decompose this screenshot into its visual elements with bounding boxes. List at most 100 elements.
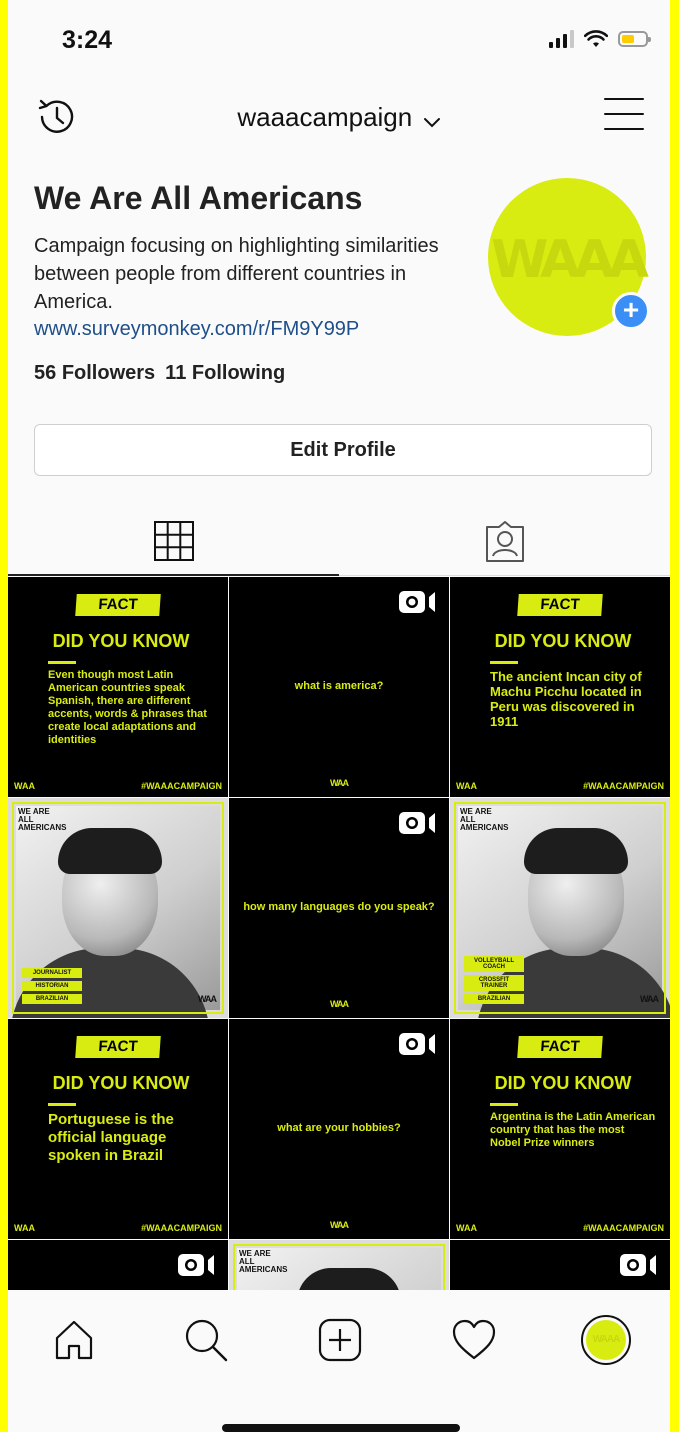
video-question: what is america? (294, 680, 384, 692)
portrait-header: WE ARE ALL AMERICANS (18, 807, 67, 832)
waa-logo: WAA (456, 781, 477, 791)
waa-logo: WAA (330, 778, 349, 788)
campaign-hashtag: #WAAACAMPAIGN (141, 1223, 222, 1233)
fact-badge: FACT (75, 594, 161, 616)
portrait-tag: JOURNALIST (22, 968, 82, 978)
post-footer: WAA (229, 773, 449, 791)
waa-logo: WAA (14, 1223, 35, 1233)
fact-heading: DID YOU KNOW (494, 1073, 632, 1093)
search-icon[interactable] (178, 1312, 234, 1368)
video-camera-icon (399, 810, 437, 841)
tab-tagged[interactable] (339, 508, 670, 576)
bottom-navigation: WAAA (8, 1290, 670, 1432)
followers-label: Followers (61, 362, 156, 384)
account-switcher[interactable]: waaacampaign (8, 102, 670, 133)
waa-logo: WAA (640, 994, 659, 1004)
portrait-header: WE ARE ALL AMERICANS (239, 1249, 288, 1274)
grid-icon (153, 521, 194, 561)
profile-header: waaacampaign (8, 88, 670, 148)
heading-rule (48, 661, 76, 664)
followers-count: 56 (34, 362, 57, 384)
portrait-tags: JOURNALIST HISTORIAN BRAZILIAN (22, 968, 82, 1004)
chevron-down-icon (423, 117, 440, 128)
post-thumbnail[interactable]: what is america? WAA (229, 577, 449, 797)
profile-tab-avatar[interactable]: WAAA (578, 1312, 634, 1368)
fact-heading: DID YOU KNOW (52, 1073, 190, 1093)
campaign-hashtag: #WAAACAMPAIGN (583, 781, 664, 791)
cellular-signal-icon (549, 30, 574, 48)
post-footer: WAA (229, 994, 449, 1012)
following-stat[interactable]: 11 Following (165, 362, 285, 384)
menu-hamburger-icon[interactable] (604, 98, 644, 134)
portrait-header: WE ARE ALL AMERICANS (460, 807, 509, 832)
waa-logo: WAA (330, 999, 349, 1009)
edit-profile-button[interactable]: Edit Profile (34, 424, 652, 476)
post-footer: WAA #WAAACAMPAIGN (14, 1223, 222, 1233)
fact-text: Even though most Latin American countrie… (48, 669, 207, 746)
fact-heading: DID YOU KNOW (52, 631, 190, 651)
video-camera-icon (399, 1031, 437, 1062)
post-thumbnail[interactable]: how many languages do you speak? WAA (229, 798, 449, 1018)
profile-display-name: We Are All Americans (34, 180, 363, 216)
portrait-tag: VOLLEYBALL COACH (464, 956, 524, 972)
post-thumbnail[interactable]: FACT DID YOU KNOW Even though most Latin A… (8, 577, 228, 797)
post-footer: WAA #WAAACAMPAIGN (14, 781, 222, 791)
video-camera-icon (178, 1252, 216, 1283)
post-footer: WAA #WAAACAMPAIGN (456, 781, 664, 791)
post-thumbnail[interactable]: WE ARE ALL AMERICANS VOLLEYBALL COACH CROS… (450, 798, 670, 1018)
username-title: waaacampaign (237, 102, 413, 132)
waa-logo: WAA (14, 781, 35, 791)
profile-screen: 3:24 waaacampaign We Are All Americans C… (8, 0, 670, 1432)
battery-icon (618, 31, 651, 47)
profile-tabs (8, 508, 670, 576)
post-footer: WAA #WAAACAMPAIGN (456, 1223, 664, 1233)
activity-heart-icon[interactable] (446, 1312, 502, 1368)
profile-stats: 56 Followers 11 Following (34, 362, 285, 385)
video-camera-icon (620, 1252, 658, 1283)
portrait-tag: BRAZILIAN (464, 994, 524, 1004)
fact-badge: FACT (517, 594, 603, 616)
campaign-hashtag: #WAAACAMPAIGN (141, 781, 222, 791)
fact-text: Argentina is the Latin American country … (490, 1111, 656, 1149)
post-thumbnail[interactable]: FACT DID YOU KNOW Argentina is the Latin A… (450, 1019, 670, 1239)
waa-logo: WAA (456, 1223, 477, 1233)
video-question: what are your hobbies? (277, 1122, 401, 1134)
post-thumbnail[interactable]: FACT DID YOU KNOW The ancient Incan city o… (450, 577, 670, 797)
heading-rule (490, 1103, 518, 1106)
status-time: 3:24 (62, 26, 113, 54)
status-icons (549, 30, 651, 48)
fact-badge: FACT (75, 1036, 161, 1058)
post-thumbnail[interactable]: WE ARE ALL AMERICANS JOURNALIST HISTORIAN B… (8, 798, 228, 1018)
nav-avatar-logo: WAAA (586, 1320, 626, 1360)
portrait-tags: VOLLEYBALL COACH CROSSFIT TRAINER BRAZILIA… (464, 956, 524, 1004)
video-camera-icon (399, 589, 437, 620)
followers-stat[interactable]: 56 Followers (34, 362, 155, 384)
heading-rule (48, 1103, 76, 1106)
portrait-tag: HISTORIAN (22, 981, 82, 991)
new-post-icon[interactable] (312, 1312, 368, 1368)
profile-bio: Campaign focusing on highlighting simila… (34, 235, 439, 313)
portrait-tag: CROSSFIT TRAINER (464, 975, 524, 991)
fact-badge: FACT (517, 1036, 603, 1058)
home-indicator (222, 1424, 460, 1432)
status-bar: 3:24 (8, 0, 670, 80)
fact-heading: DID YOU KNOW (494, 631, 632, 651)
add-story-plus-icon[interactable]: + (612, 292, 650, 330)
post-thumbnail[interactable]: what are your hobbies? WAA (229, 1019, 449, 1239)
home-icon[interactable] (46, 1312, 102, 1368)
fact-text: The ancient Incan city of Machu Picchu l… (490, 669, 642, 729)
waa-logo: WAA (330, 1220, 349, 1230)
campaign-hashtag: #WAAACAMPAIGN (583, 1223, 664, 1233)
fact-text: Portuguese is the official language spok… (48, 1111, 174, 1164)
portrait-tag: BRAZILIAN (22, 994, 82, 1004)
tab-grid[interactable] (8, 508, 339, 576)
following-label: Following (191, 362, 286, 384)
post-thumbnail[interactable]: FACT DID YOU KNOW Portuguese is the offici… (8, 1019, 228, 1239)
following-count: 11 (165, 362, 187, 384)
post-footer: WAA (229, 1215, 449, 1233)
profile-website-link[interactable]: www.surveymonkey.com/r/FM9Y99P (34, 318, 359, 341)
heading-rule (490, 661, 518, 664)
avatar-logo-text: WAAA (491, 230, 649, 290)
tagged-person-icon (485, 520, 524, 562)
waa-logo: WAA (198, 994, 217, 1004)
